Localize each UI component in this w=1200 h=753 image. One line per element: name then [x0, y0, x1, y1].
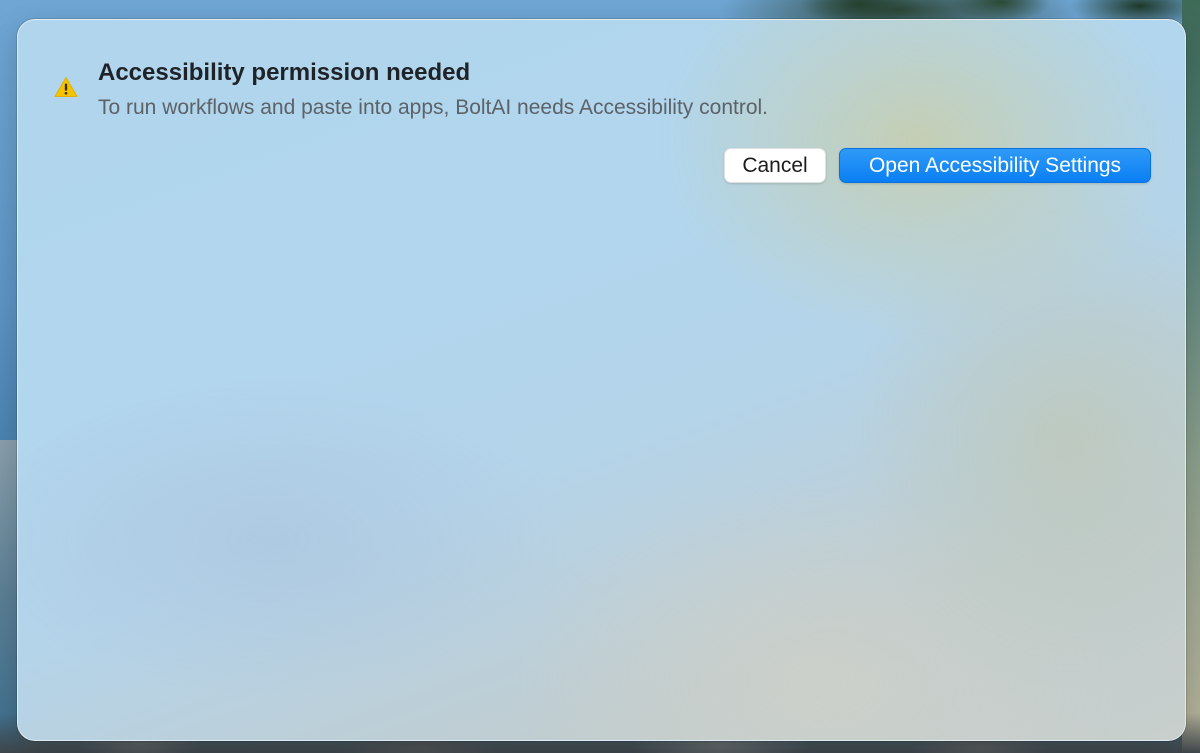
dialog-actions: Cancel Open Accessibility Settings	[724, 148, 1151, 183]
alert-title: Accessibility permission needed	[98, 59, 471, 86]
desktop-background: Accessibility permission needed To run w…	[0, 0, 1200, 753]
alert-message: To run workflows and paste into apps, Bo…	[98, 96, 769, 119]
permission-dialog: Accessibility permission needed To run w…	[17, 19, 1186, 741]
open-accessibility-settings-button[interactable]: Open Accessibility Settings	[839, 148, 1151, 183]
warning-icon	[54, 76, 78, 98]
cancel-button[interactable]: Cancel	[724, 148, 826, 183]
